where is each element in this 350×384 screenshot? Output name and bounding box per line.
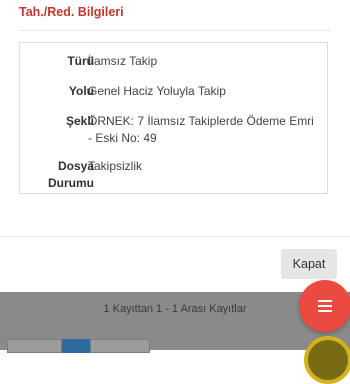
info-value: İlamsız Takip (88, 54, 158, 68)
pagination-previous[interactable] (7, 339, 62, 353)
footer-divider (0, 236, 350, 237)
modal-title: Tah./Red. Bilgileri (19, 5, 124, 19)
info-value: Takipsizlik (88, 159, 143, 173)
info-value: ÖRNEK: 7 İlamsız Takiplerde Ödeme Emri -… (88, 114, 314, 145)
header-divider (19, 30, 331, 31)
pagination-page-active[interactable] (62, 339, 90, 353)
info-label: Dosya Durumu (48, 159, 94, 190)
pagination-next[interactable] (90, 339, 150, 353)
record-info: 1 Kayıttan 1 - 1 Arası Kayıtlar (103, 303, 247, 315)
fab-menu-button[interactable] (299, 280, 350, 332)
fab-secondary-button[interactable] (304, 336, 350, 384)
info-value: Genel Haciz Yoluyla Takip (88, 84, 226, 98)
info-panel: Türü İlamsız Takip Yolu Genel Haciz Yolu… (19, 42, 328, 194)
close-button[interactable]: Kapat (281, 249, 337, 279)
modal-header: Tah./Red. Bilgileri (0, 0, 350, 30)
